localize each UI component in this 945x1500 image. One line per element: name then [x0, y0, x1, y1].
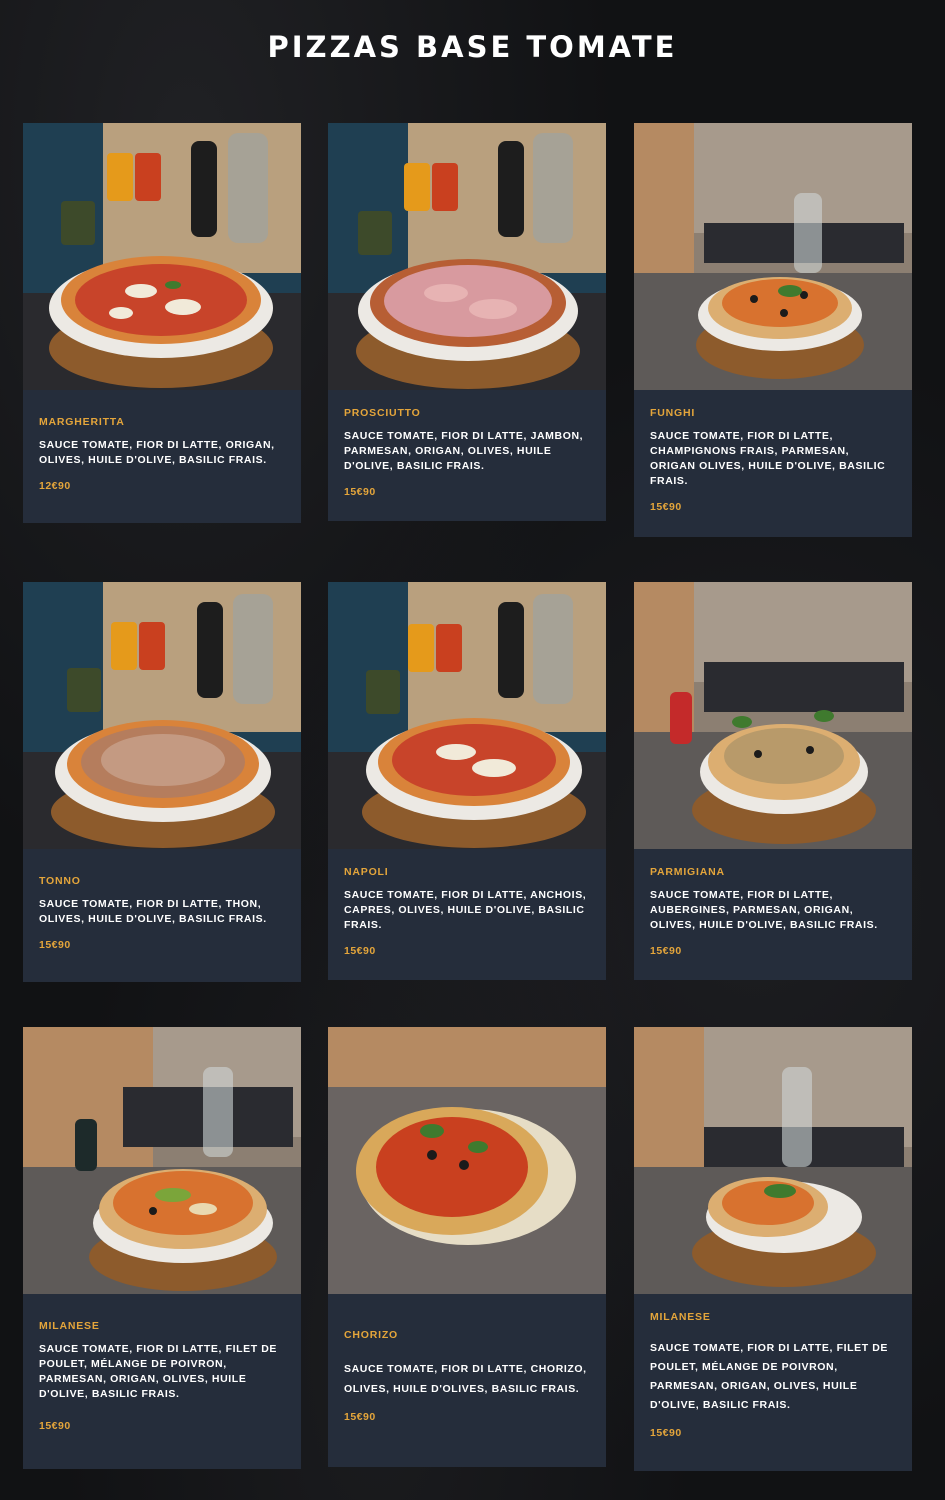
- pizza-name: PROSCIUTTO: [344, 407, 421, 419]
- pizza-description: SAUCE TOMATE, FIOR DI LATTE, FILET DE PO…: [650, 1342, 889, 1411]
- pizza-price: 15€90: [344, 486, 376, 498]
- pizza-photo: [634, 1027, 912, 1294]
- pizza-description: SAUCE TOMATE, FIOR DI LATTE, ORIGAN, OLI…: [39, 439, 275, 466]
- pizza-description: SAUCE TOMATE, FIOR DI LATTE, JAMBON, PAR…: [344, 430, 584, 472]
- pizza-name: MARGHERITTA: [39, 416, 125, 428]
- menu-card-prosciutto: PROSCIUTTO SAUCE TOMATE, FIOR DI LATTE, …: [328, 123, 606, 521]
- menu-card-parmigiana: PARMIGIANA SAUCE TOMATE, FIOR DI LATTE, …: [634, 582, 912, 980]
- pizza-photo: [23, 1027, 301, 1294]
- pizza-description: SAUCE TOMATE, FIOR DI LATTE, THON, OLIVE…: [39, 898, 267, 925]
- pizza-description: SAUCE TOMATE, FIOR DI LATTE, CHAMPIGNONS…: [650, 430, 886, 487]
- menu-card-napoli: NAPOLI SAUCE TOMATE, FIOR DI LATTE, ANCH…: [328, 582, 606, 980]
- pizza-photo: [23, 123, 301, 390]
- pizza-description: SAUCE TOMATE, FIOR DI LATTE, AUBERGINES,…: [650, 889, 878, 931]
- menu-card-margheritta: MARGHERITTA SAUCE TOMATE, FIOR DI LATTE,…: [23, 123, 301, 523]
- pizza-photo: [23, 582, 301, 849]
- menu-card-tonno: TONNO SAUCE TOMATE, FIOR DI LATTE, THON,…: [23, 582, 301, 982]
- pizza-description: SAUCE TOMATE, FIOR DI LATTE, CHORIZO, OL…: [344, 1363, 587, 1395]
- pizza-description: SAUCE TOMATE, FIOR DI LATTE, ANCHOIS, CA…: [344, 889, 587, 931]
- pizza-price: 15€90: [39, 939, 71, 951]
- pizza-name: NAPOLI: [344, 866, 389, 878]
- menu-card-milanese-1: MILANESE SAUCE TOMATE, FIOR DI LATTE, FI…: [23, 1027, 301, 1469]
- pizza-photo: [328, 1027, 606, 1294]
- pizza-photo: [634, 123, 912, 390]
- pizza-price: 15€90: [650, 945, 682, 957]
- pizza-photo: [328, 582, 606, 849]
- pizza-photo: [328, 123, 606, 390]
- pizza-name: CHORIZO: [344, 1329, 399, 1341]
- pizza-name: TONNO: [39, 875, 81, 887]
- pizza-description: SAUCE TOMATE, FIOR DI LATTE, FILET DE PO…: [39, 1343, 278, 1400]
- pizza-name: PARMIGIANA: [650, 866, 725, 878]
- page-title: PIZZAS BASE TOMATE: [267, 30, 678, 64]
- pizza-price: 15€90: [344, 1411, 376, 1423]
- pizza-photo: [634, 582, 912, 849]
- pizza-name: MILANESE: [650, 1311, 711, 1323]
- menu-card-milanese-2: MILANESE SAUCE TOMATE, FIOR DI LATTE, FI…: [634, 1027, 912, 1471]
- pizza-price: 15€90: [39, 1420, 71, 1432]
- pizza-price: 15€90: [650, 1427, 682, 1439]
- menu-card-chorizo: CHORIZO SAUCE TOMATE, FIOR DI LATTE, CHO…: [328, 1027, 606, 1467]
- pizza-name: MILANESE: [39, 1320, 100, 1332]
- pizza-price: 15€90: [650, 501, 682, 513]
- pizza-name: FUNGHI: [650, 407, 696, 419]
- pizza-price: 15€90: [344, 945, 376, 957]
- pizza-price: 12€90: [39, 480, 71, 492]
- menu-card-funghi: FUNGHI SAUCE TOMATE, FIOR DI LATTE, CHAM…: [634, 123, 912, 537]
